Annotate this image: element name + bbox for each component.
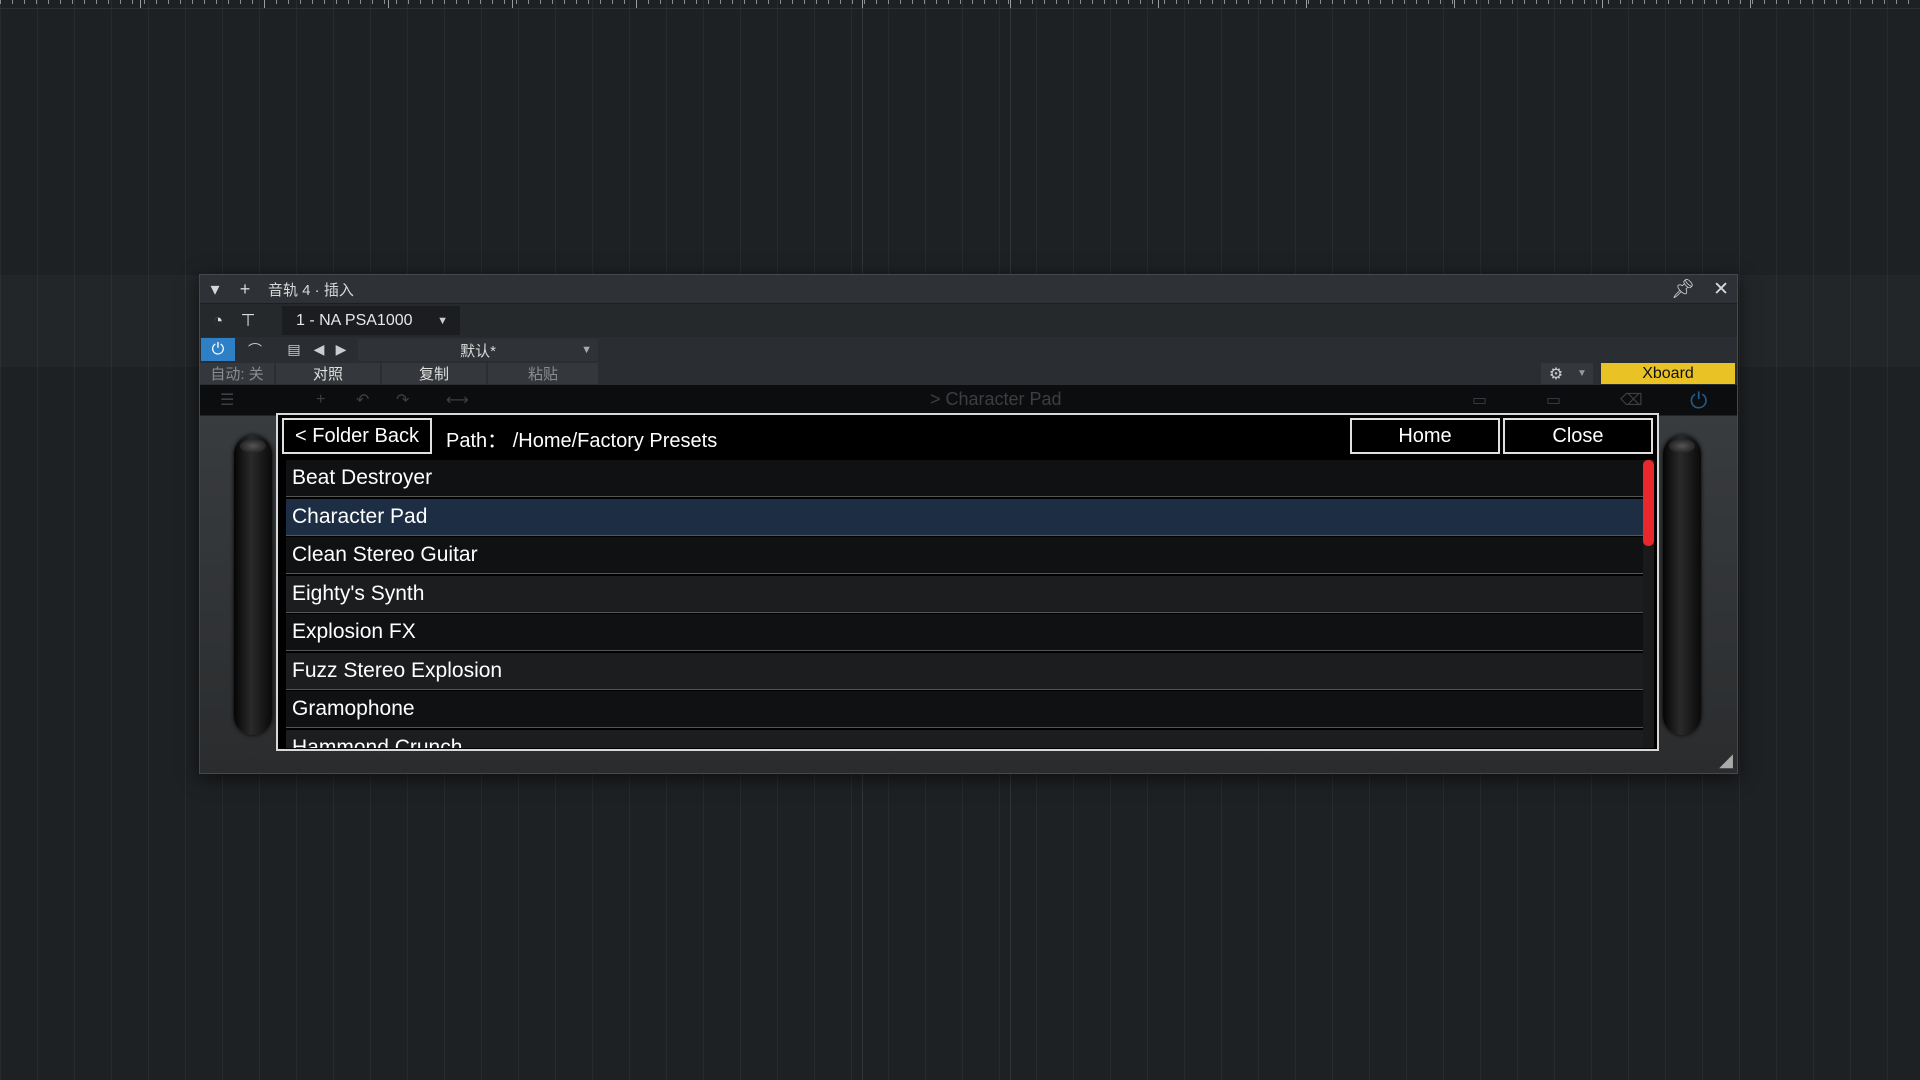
preset-dropdown[interactable]: 默认* ▼ (358, 339, 598, 361)
preset-name: 默认* (460, 342, 496, 360)
list-item-label: Hammond Crunch (292, 735, 463, 749)
list-item[interactable]: Clean Stereo Guitar (286, 537, 1643, 574)
ruler-tick (140, 0, 141, 8)
copy-button[interactable]: 复制 (382, 363, 486, 384)
ruler-tick (1602, 0, 1603, 8)
ruler-tick (1454, 0, 1455, 8)
folder-back-button[interactable]: < Folder Back (282, 418, 432, 454)
plugin-power-icon[interactable]: ⏻ (1690, 388, 1707, 414)
list-item-label: Clean Stereo Guitar (292, 543, 478, 566)
list-item-label: Beat Destroyer (292, 466, 433, 489)
list-item-label: Character Pad (292, 504, 428, 528)
path-label: Path： (446, 430, 508, 452)
list-item[interactable]: Beat Destroyer (286, 460, 1643, 497)
ruler-tick (1158, 0, 1159, 8)
resize-grip-icon[interactable]: ◢ (1719, 750, 1733, 771)
plugin-slot-label: 1 - NA PSA1000 (296, 311, 413, 329)
left-handle (234, 435, 272, 735)
auto-status[interactable]: 自动: 关 (200, 363, 274, 384)
add-preset-icon[interactable]: + (316, 390, 325, 410)
list-item[interactable]: Fuzz Stereo Explosion (286, 652, 1643, 690)
ruler-tick (512, 0, 513, 8)
list-item[interactable]: Gramophone (286, 691, 1643, 728)
bypass-dial-icon[interactable]: ◔ (203, 307, 233, 334)
redo-icon[interactable]: ↷ (396, 390, 409, 410)
gear-icon[interactable]: ⚙ (1541, 363, 1571, 384)
automation-icon[interactable]: ⌒ (240, 338, 270, 361)
browser-header: < Folder Back Path： /Home/Factory Preset… (278, 415, 1657, 459)
undo-icon[interactable]: ↶ (356, 390, 369, 410)
paste-button[interactable]: 粘贴 (488, 363, 598, 384)
right-handle (1663, 435, 1701, 735)
preset-row: ⏻ ⌒ ▤ ◀ ▶ 默认* ▼ (200, 338, 1737, 362)
ruler-tick (1010, 0, 1011, 8)
current-preset-name: > Character Pad (930, 389, 1062, 409)
delete-icon[interactable]: ⌫ (1620, 390, 1643, 410)
prev-preset-icon[interactable]: ◀ (312, 338, 326, 361)
list-item-label: Fuzz Stereo Explosion (292, 658, 503, 682)
list-item-label: Gramophone (292, 697, 415, 720)
scrollbar[interactable] (1643, 460, 1654, 748)
ruler-tick (636, 0, 637, 8)
plugin-slot-dropdown[interactable]: 1 - NA PSA1000 ▼ (282, 306, 460, 335)
chevron-down-icon: ▼ (437, 314, 448, 327)
ruler-tick (1306, 0, 1307, 8)
routing-icon[interactable]: ⊤ (233, 307, 263, 334)
plugin-selector-row: ◔ ⊤ 1 - NA PSA1000 ▼ (200, 304, 1737, 337)
chevron-down-icon: ▼ (581, 344, 592, 356)
preset-browser: < Folder Back Path： /Home/Factory Preset… (276, 413, 1659, 751)
ruler-tick (862, 0, 863, 8)
power-button[interactable]: ⏻ (201, 338, 235, 361)
preset-list: Beat Destroyer Character Pad Clean Stere… (286, 460, 1643, 748)
list-item-label: Explosion FX (292, 620, 416, 643)
arrows-icon[interactable]: ⟷ (446, 390, 469, 410)
close-icon[interactable]: ✕ (1713, 278, 1729, 301)
ruler-tick (264, 0, 265, 8)
action-row: 自动: 关 对照 复制 粘贴 ⚙ ▼ Xboard (200, 363, 1737, 384)
list-item[interactable]: Eighty's Synth (286, 575, 1643, 613)
collapse-caret-icon[interactable]: ▾ (200, 279, 230, 300)
close-button[interactable]: Close (1503, 418, 1653, 454)
xboard-button[interactable]: Xboard (1601, 363, 1735, 384)
list-item-label: Eighty's Synth (292, 581, 425, 605)
next-preset-icon[interactable]: ▶ (334, 338, 348, 361)
timeline-ruler[interactable] (0, 0, 1920, 9)
path-value: /Home/Factory Presets (512, 430, 718, 452)
home-button[interactable]: Home (1350, 418, 1500, 454)
chevron-down-icon[interactable]: ▼ (1571, 363, 1593, 384)
list-item[interactable]: Hammond Crunch (286, 729, 1643, 749)
compare-button[interactable]: 对照 (276, 363, 380, 384)
window-title: 音轨 4 · 插入 (268, 281, 354, 299)
add-icon[interactable]: + (230, 279, 260, 300)
pin-icon[interactable]: 📌︎ (1671, 277, 1695, 301)
scrollbar-thumb[interactable] (1643, 460, 1654, 546)
menu-icon[interactable]: ☰ (220, 390, 234, 410)
ruler-tick (1750, 0, 1751, 8)
window-titlebar[interactable]: ▾ + 音轨 4 · 插入 📌︎ ✕ (200, 275, 1737, 304)
list-item-selected[interactable]: Character Pad (286, 498, 1643, 536)
list-item[interactable]: Explosion FX (286, 614, 1643, 651)
save-icon[interactable]: ▭ (1472, 390, 1487, 410)
save-as-icon[interactable]: ▭ (1546, 390, 1561, 410)
plugin-toolbar: ☰ + ↶ ↷ ⟷ > Character Pad ▭ ▭ ⌫ ⏻ (200, 385, 1737, 416)
ruler-tick (388, 0, 389, 8)
path-display: Path： /Home/Factory Presets (446, 424, 717, 453)
preset-file-icon[interactable]: ▤ (284, 338, 304, 361)
